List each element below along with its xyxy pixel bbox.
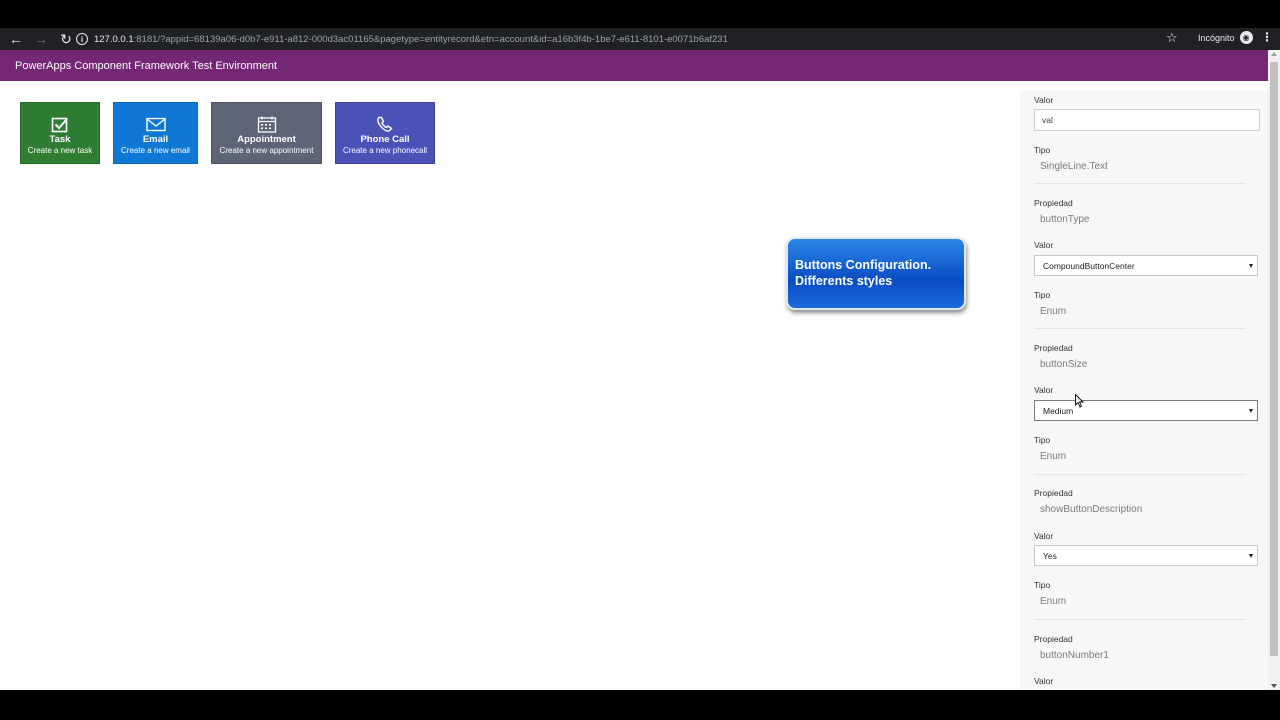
tipo-label: Tipo [1034,290,1051,300]
back-icon[interactable]: ← [5,28,27,50]
tipo-value: Enum [1040,596,1067,607]
task-button-description: Create a new task [27,146,93,155]
tipo-value: Enum [1040,306,1067,317]
tipo-label: Tipo [1034,145,1051,155]
page-scrollbar[interactable] [1268,50,1280,690]
screen-top-border [0,0,1280,28]
select-value: Medium [1043,405,1074,416]
show-description-select[interactable]: Yes [1034,545,1258,566]
scroll-up-icon[interactable] [1271,52,1277,56]
calendar-icon [257,115,277,133]
app-header: PowerApps Component Framework Test Envir… [0,50,1268,81]
scrollbar-thumb[interactable] [1270,62,1278,656]
phone-call-button-description: Create a new phonecall [342,146,428,155]
tipo-label: Tipo [1034,580,1051,590]
callout-line-2: Differents styles [795,274,893,288]
valor-label: Valor [1034,676,1054,686]
value-text-input[interactable]: val [1034,109,1260,131]
select-value: CompoundButtonCenter [1043,260,1135,271]
appointment-button-title: Appointment [237,134,296,145]
tipo-value: Enum [1040,451,1067,462]
screen-bottom-border [0,690,1280,720]
email-button-description: Create a new email [121,146,190,155]
appointment-button[interactable]: Appointment Create a new appointment [211,102,322,164]
button-size-select[interactable]: Medium [1034,400,1258,421]
phone-call-button[interactable]: Phone Call Create a new phonecall [335,102,435,164]
divider [1034,474,1246,475]
propiedad-value: buttonType [1040,214,1090,225]
task-check-icon [51,115,69,133]
valor-label: Valor [1034,531,1054,541]
propiedad-label: Propiedad [1034,634,1073,644]
url-host: 127.0.0.1 [94,33,134,45]
propiedad-label: Propiedad [1034,198,1073,208]
properties-panel: Valor val Tipo SingleLine.Text Propiedad… [1020,90,1268,690]
task-button-title: Task [49,134,71,145]
propiedad-label: Propiedad [1034,488,1073,498]
valor-label: Valor [1034,385,1054,395]
valor-label: Valor [1034,95,1054,105]
page-viewport: PowerApps Component Framework Test Envir… [0,50,1268,690]
chevron-down-icon [1249,264,1253,268]
address-bar[interactable]: i 127.0.0.1:8181/?appid=68139a06-d0b7-e9… [76,30,728,48]
scroll-down-icon[interactable] [1271,684,1277,688]
incognito-indicator[interactable]: Incógnito ◉ [1198,31,1253,44]
email-button[interactable]: Email Create a new email [113,102,198,164]
browser-menu-icon[interactable]: ⋮ [1261,30,1273,44]
tipo-value: SingleLine.Text [1040,161,1108,172]
email-button-title: Email [142,134,169,145]
propiedad-label: Propiedad [1034,343,1073,353]
url-path: :8181/?appid=68139a06-d0b7-e911-a812-000… [133,33,728,45]
divider [1034,183,1246,184]
forward-icon[interactable]: → [30,28,52,50]
app-title: PowerApps Component Framework Test Envir… [15,59,278,72]
task-button[interactable]: Task Create a new task [20,102,100,164]
propiedad-value: buttonSize [1040,359,1088,370]
incognito-label: Incógnito [1198,32,1235,43]
chevron-down-icon [1249,409,1253,413]
divider [1034,619,1246,620]
annotation-callout: Buttons Configuration. Differents styles [786,237,966,310]
mouse-cursor-icon [1075,394,1084,408]
select-value: Yes [1043,550,1057,561]
tipo-label: Tipo [1034,435,1051,445]
reload-icon[interactable]: ↻ [55,28,77,50]
divider [1034,328,1246,329]
phone-call-button-title: Phone Call [360,134,410,145]
info-icon[interactable]: i [76,33,88,45]
mail-icon [145,115,166,133]
propiedad-value: showButtonDescription [1040,504,1143,515]
phone-icon [376,115,394,133]
bookmark-star-icon[interactable]: ☆ [1166,30,1178,46]
callout-line-1: Buttons Configuration. [795,258,932,272]
chevron-down-icon [1249,554,1253,558]
propiedad-value: buttonNumber1 [1040,650,1109,661]
incognito-icon: ◉ [1239,31,1253,44]
valor-label: Valor [1034,240,1054,250]
button-type-select[interactable]: CompoundButtonCenter [1034,255,1258,276]
appointment-button-description: Create a new appointment [219,146,314,155]
